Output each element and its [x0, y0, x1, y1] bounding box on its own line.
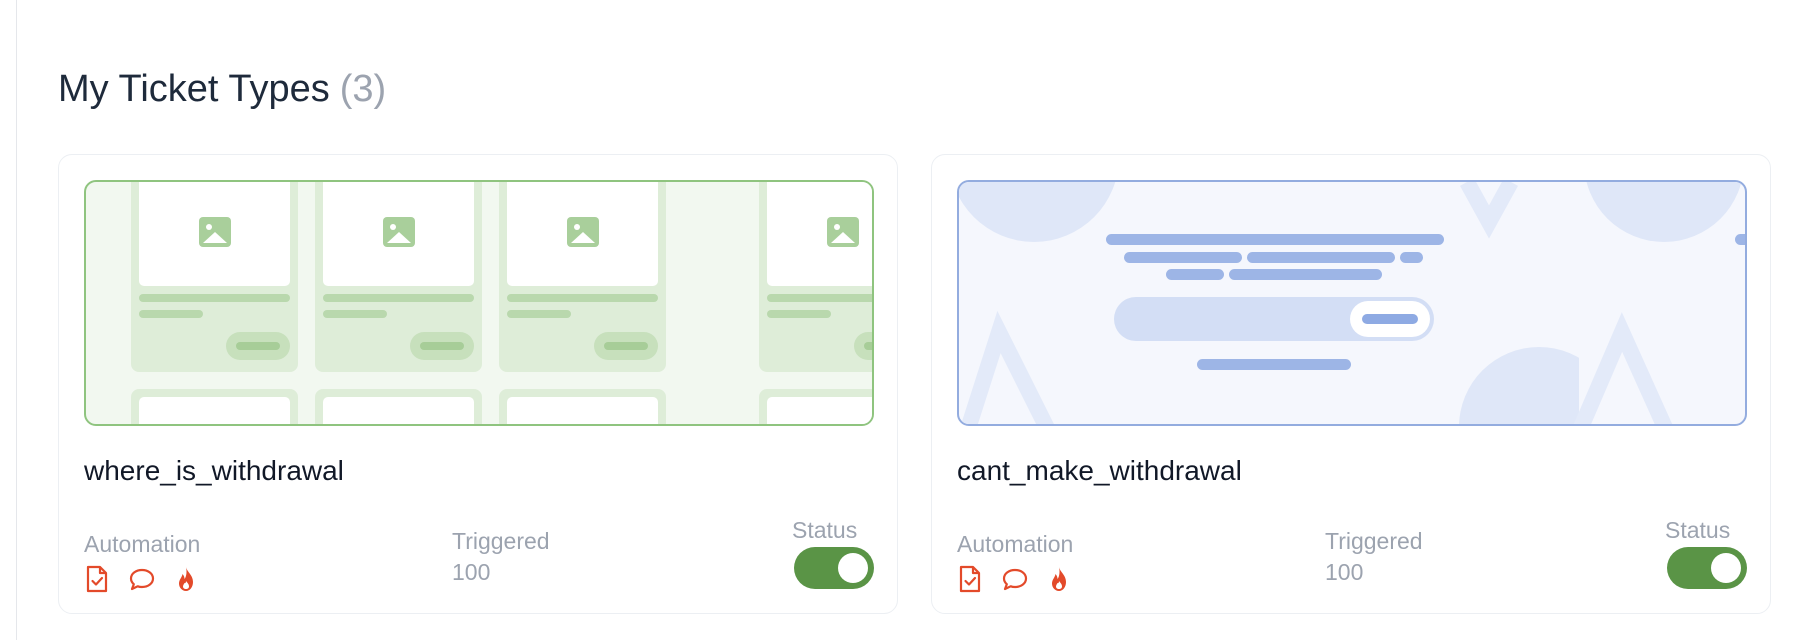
- toggle-knob: [1711, 553, 1741, 583]
- document-check-icon: [959, 565, 981, 593]
- ticket-type-name[interactable]: where_is_withdrawal: [84, 455, 344, 487]
- toggle-knob: [838, 553, 868, 583]
- preview-text-line: [1124, 252, 1242, 263]
- preview-text-line: [1247, 252, 1395, 263]
- chat-bubble-icon: [129, 568, 155, 591]
- ticket-count: (3): [339, 68, 387, 110]
- preview-tile: [759, 182, 872, 372]
- flame-icon: [179, 567, 193, 591]
- preview-text-line: [1735, 234, 1745, 245]
- image-icon: [567, 217, 599, 247]
- status-label: Status: [792, 517, 858, 543]
- triggered-count: 100: [1325, 559, 1364, 585]
- card-preview-image: [84, 180, 874, 426]
- section-title: My Ticket Types (3): [58, 68, 386, 111]
- ticket-type-name[interactable]: cant_make_withdrawal: [957, 455, 1242, 487]
- preview-text-line: [1166, 269, 1224, 280]
- document-check-icon: [86, 565, 108, 593]
- flame-icon: [1052, 567, 1066, 591]
- left-divider: [16, 0, 17, 640]
- preview-search-box: [1114, 297, 1434, 341]
- automation-label: Automation: [957, 531, 1074, 557]
- triggered-label: Triggered: [452, 528, 550, 554]
- preview-text-line: [1400, 252, 1423, 263]
- preview-text-line: [1229, 269, 1382, 280]
- preview-tile: [499, 182, 666, 372]
- chat-bubble-icon: [1002, 568, 1028, 591]
- preview-tile: [315, 182, 482, 372]
- section-title-text: My Ticket Types: [58, 68, 330, 110]
- triggered-count: 100: [452, 559, 491, 585]
- ticket-type-card[interactable]: cant_make_withdrawal Automation Triggere…: [931, 154, 1771, 614]
- image-icon: [827, 217, 859, 247]
- status-toggle[interactable]: [1667, 547, 1747, 589]
- preview-tile: [131, 182, 298, 372]
- status-toggle[interactable]: [794, 547, 874, 589]
- ticket-type-card[interactable]: where_is_withdrawal Automation Triggered…: [58, 154, 898, 614]
- image-icon: [199, 217, 231, 247]
- preview-text-line: [1106, 234, 1444, 245]
- status-label: Status: [1665, 517, 1731, 543]
- preview-text-line: [1197, 359, 1351, 370]
- triggered-label: Triggered: [1325, 528, 1423, 554]
- image-icon: [383, 217, 415, 247]
- automation-label: Automation: [84, 531, 201, 557]
- card-preview-image: [957, 180, 1747, 426]
